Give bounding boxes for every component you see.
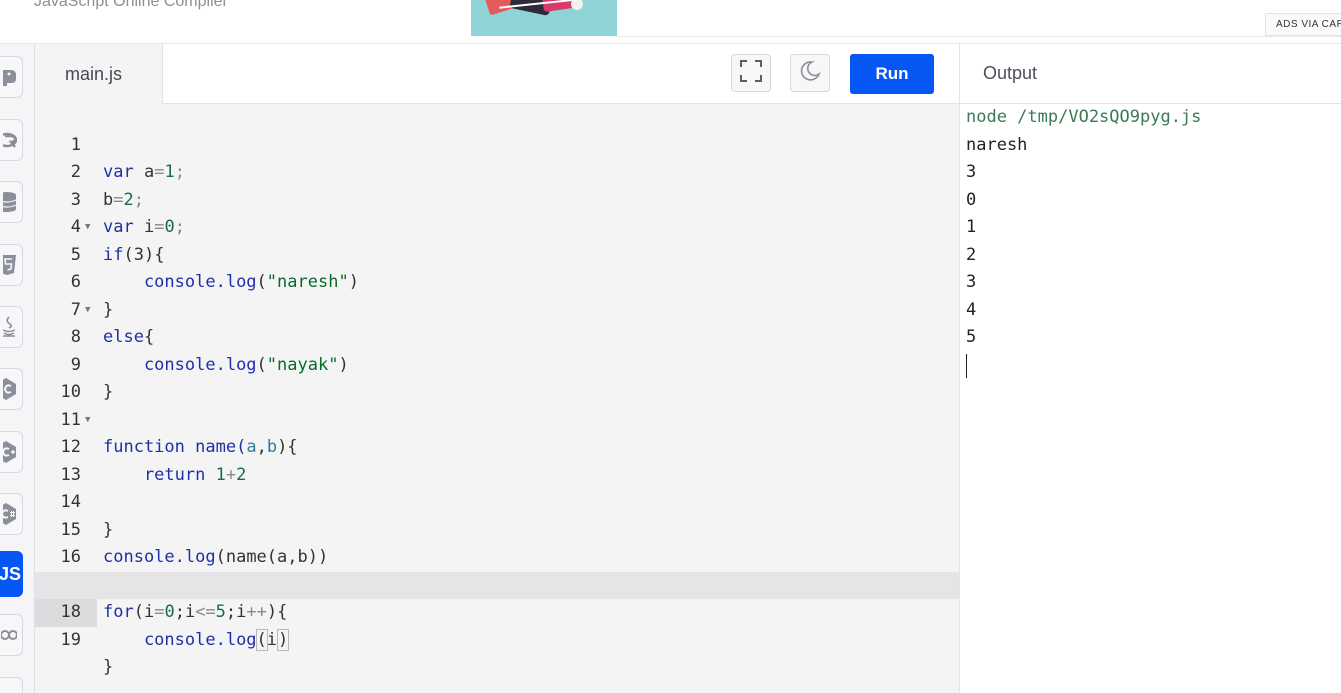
- code-line: 3 var i=0;: [35, 159, 959, 238]
- app-title: JavaScript Online Compiler: [34, 0, 228, 10]
- line-number: 19: [60, 629, 81, 650]
- code-line: 16: [35, 517, 959, 567]
- output-line: naresh: [966, 134, 1028, 155]
- output-line: 3: [966, 162, 977, 182]
- output-cursor: [966, 354, 967, 378]
- code-line: 19 }: [35, 599, 959, 678]
- sidebar-item-python[interactable]: [0, 56, 23, 98]
- output-command: node /tmp/VO2sQO9pyg.js: [966, 107, 1202, 127]
- code-line: 7 ▼ else{: [35, 269, 959, 348]
- output-line: 3: [966, 272, 977, 292]
- code-line: 12 return 1+2: [35, 407, 959, 485]
- sidebar-item-html[interactable]: [0, 244, 23, 286]
- code-line: 5 console.log("naresh"): [35, 214, 959, 293]
- code-line: 8 console.log("nayak"): [35, 297, 959, 375]
- code-line: 6 }: [35, 242, 959, 320]
- output-line: 2: [966, 244, 977, 265]
- code-line: 13: [35, 434, 959, 485]
- python-icon: [3, 67, 17, 87]
- code-line: 10: [35, 352, 959, 402]
- output-line: 1: [966, 217, 977, 237]
- code-line: 1 var a=1;: [35, 104, 959, 183]
- sidebar-item-csharp[interactable]: [0, 493, 23, 535]
- output-line: 4: [966, 299, 977, 320]
- moon-icon: [799, 60, 821, 87]
- database-icon: [3, 191, 17, 213]
- ads-via-label[interactable]: ADS VIA CAR: [1265, 13, 1341, 36]
- run-button[interactable]: Run: [850, 54, 934, 94]
- code-line: 15 console.log(name(a,b)): [35, 489, 959, 568]
- sidebar-item-go[interactable]: [0, 614, 23, 656]
- ad-strip: [617, 0, 1341, 37]
- code-line: 4 ▼ if(3){: [35, 187, 959, 265]
- sidebar-item-cpp[interactable]: [0, 431, 23, 473]
- sidebar-item-sql[interactable]: [0, 181, 23, 223]
- ad-banner-image[interactable]: [471, 0, 617, 36]
- sidebar-item-r[interactable]: [0, 119, 23, 161]
- fullscreen-button[interactable]: [731, 54, 771, 92]
- r-icon: [3, 130, 17, 150]
- file-tab-main-js[interactable]: main.js: [35, 44, 163, 104]
- code-editor[interactable]: 1 var a=1; 2 b=2; 3 var i=0; 4 ▼ if(3){ 5…: [35, 104, 959, 693]
- editor-toolbar: main.js Run: [35, 44, 959, 104]
- sidebar-item-c[interactable]: [0, 368, 23, 410]
- output-header: Output: [959, 44, 1341, 104]
- output-console[interactable]: node /tmp/VO2sQO9pyg.js naresh 3 0 1 2 3…: [959, 104, 1341, 693]
- theme-toggle-button[interactable]: [790, 54, 830, 92]
- top-bar: JavaScript Online Compiler ADS VIA CAR: [0, 0, 1341, 44]
- c-icon: [3, 377, 17, 401]
- sidebar-item-java[interactable]: [0, 306, 23, 348]
- code-line: 14 }: [35, 462, 959, 540]
- code-line: 17▼ for(i=0;i<=5;i++){: [35, 544, 959, 623]
- html5-icon: [3, 254, 17, 276]
- output-line: 5: [966, 327, 977, 347]
- fullscreen-icon: [740, 59, 762, 87]
- java-icon: [3, 316, 17, 338]
- code-line-current: 18 console.log(i): [35, 571, 959, 651]
- javascript-icon: JS: [0, 563, 21, 584]
- sidebar-item-javascript[interactable]: JS: [0, 551, 23, 597]
- csharp-icon: [3, 502, 17, 526]
- go-icon: [1, 628, 17, 642]
- language-sidebar: JS: [0, 44, 35, 693]
- code-line: 2 b=2;: [35, 132, 959, 210]
- code-line: 11 ▼ function name(a,b){: [35, 379, 959, 458]
- output-line: 0: [966, 189, 977, 210]
- code-line: 9 }: [35, 324, 959, 403]
- cpp-icon: [3, 440, 17, 464]
- sidebar-item-more[interactable]: [0, 677, 23, 693]
